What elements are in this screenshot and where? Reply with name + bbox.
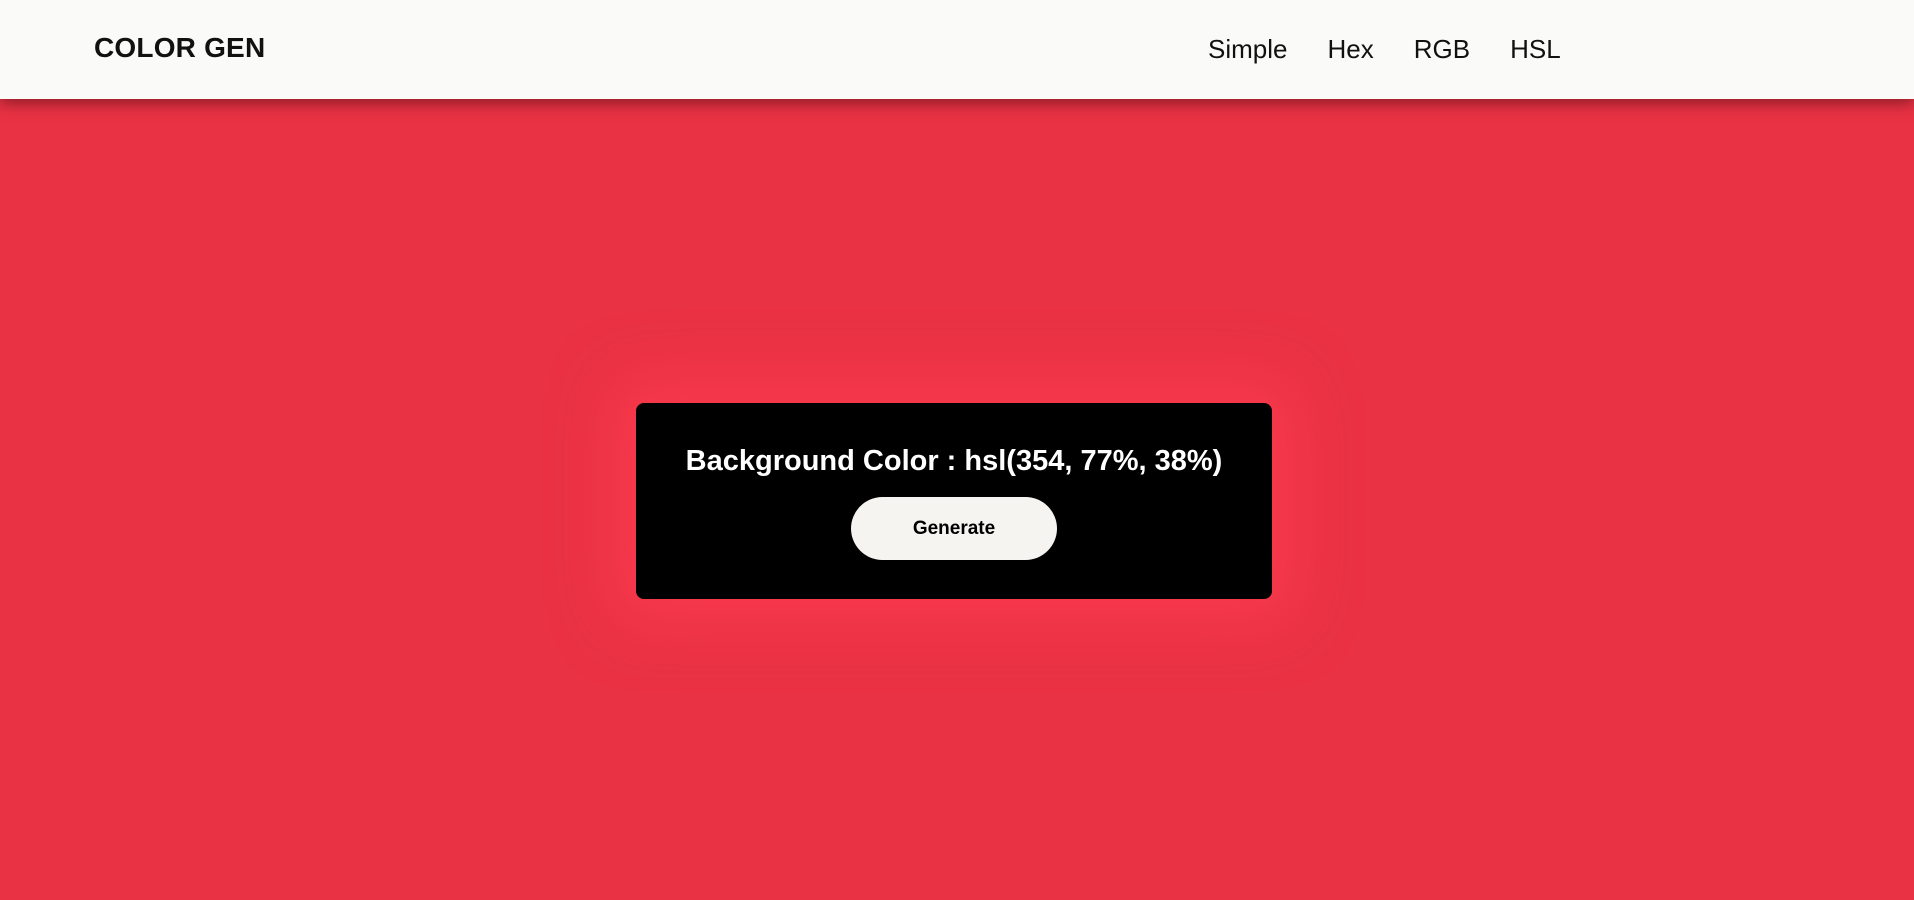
nav-menu: Simple Hex RGB HSL: [1208, 34, 1561, 65]
color-card: Background Color : hsl(354, 77%, 38%) Ge…: [636, 403, 1272, 599]
nav-item-hsl[interactable]: HSL: [1510, 34, 1561, 65]
background-color-value: hsl(354, 77%, 38%): [964, 445, 1223, 477]
nav-item-hex[interactable]: Hex: [1327, 34, 1373, 65]
brand-logo[interactable]: COLOR GEN: [94, 32, 265, 64]
nav-item-simple[interactable]: Simple: [1208, 34, 1287, 65]
generate-button[interactable]: Generate: [851, 497, 1057, 560]
background-color-label: Background Color :: [685, 445, 965, 477]
top-navbar: COLOR GEN Simple Hex RGB HSL: [0, 0, 1914, 99]
background-color-readout: Background Color : hsl(354, 77%, 38%): [636, 445, 1272, 478]
nav-item-rgb[interactable]: RGB: [1414, 34, 1470, 65]
